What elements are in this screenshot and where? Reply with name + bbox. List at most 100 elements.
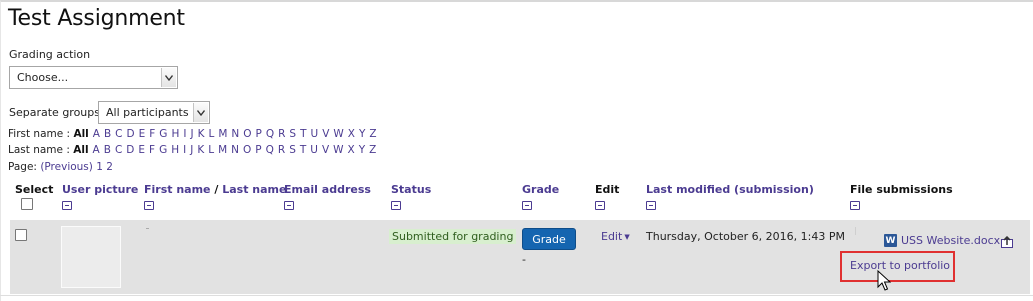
last-initial-p[interactable]: P: [255, 144, 261, 156]
sort-last-name-link[interactable]: Last name: [222, 183, 286, 196]
first-initial-z[interactable]: Z: [369, 128, 376, 140]
first-initial-x[interactable]: X: [348, 128, 355, 140]
pager-previous-link[interactable]: (Previous): [40, 161, 93, 173]
page-title: Test Assignment: [8, 6, 185, 31]
first-initial-o[interactable]: O: [243, 128, 251, 140]
file-name: USS Website.docx: [901, 234, 1001, 247]
last-initial-z[interactable]: Z: [369, 144, 376, 156]
edit-menu[interactable]: Edit ▼: [601, 230, 630, 243]
column-header-grade[interactable]: Grade: [522, 183, 559, 196]
row-select-checkbox[interactable]: [15, 229, 27, 241]
column-header-user-picture[interactable]: User picture: [62, 183, 138, 196]
grading-action-label: Grading action: [9, 48, 91, 61]
first-initial-r[interactable]: R: [278, 128, 285, 140]
name-separator: /: [210, 183, 223, 196]
divider: [855, 227, 856, 235]
mouse-cursor-icon: [877, 270, 891, 291]
collapse-column-icon[interactable]: [144, 201, 154, 210]
collapse-column-icon[interactable]: [646, 201, 656, 210]
first-initial-f[interactable]: F: [149, 128, 155, 140]
last-initial-g[interactable]: G: [159, 144, 167, 156]
last-initial-j[interactable]: J: [190, 144, 193, 156]
last-initial-r[interactable]: R: [278, 144, 285, 156]
collapse-column-icon[interactable]: [62, 201, 72, 210]
word-document-icon: W: [884, 234, 897, 247]
last-name-all[interactable]: All: [73, 144, 88, 156]
first-initial-w[interactable]: W: [333, 128, 343, 140]
export-to-portfolio-link[interactable]: Export to portfolio: [850, 259, 950, 272]
column-header-last-modified[interactable]: Last modified (submission): [646, 183, 814, 196]
last-initial-i[interactable]: I: [183, 144, 186, 156]
pager-page-2[interactable]: 2: [106, 161, 113, 173]
last-initial-n[interactable]: N: [231, 144, 239, 156]
last-initial-k[interactable]: K: [197, 144, 204, 156]
last-initial-m[interactable]: M: [218, 144, 227, 156]
last-initial-u[interactable]: U: [310, 144, 318, 156]
first-initial-b[interactable]: B: [104, 128, 111, 140]
last-initial-l[interactable]: L: [208, 144, 214, 156]
last-initial-e[interactable]: E: [138, 144, 145, 156]
portfolio-export-icon[interactable]: [1001, 236, 1013, 248]
grading-action-selected: Choose...: [17, 71, 69, 84]
last-initial-o[interactable]: O: [243, 144, 251, 156]
first-initial-h[interactable]: H: [171, 128, 179, 140]
last-initial-x[interactable]: X: [348, 144, 355, 156]
grade-button[interactable]: Grade: [522, 228, 576, 250]
last-initial-f[interactable]: F: [149, 144, 155, 156]
first-initial-i[interactable]: I: [183, 128, 186, 140]
separate-groups-selected: All participants: [106, 106, 189, 119]
last-initial-b[interactable]: B: [104, 144, 111, 156]
first-initial-t[interactable]: T: [300, 128, 306, 140]
column-header-name: First name / Last name: [144, 183, 286, 196]
first-initial-u[interactable]: U: [311, 128, 319, 140]
first-initial-n[interactable]: N: [231, 128, 239, 140]
first-initial-k[interactable]: K: [198, 128, 205, 140]
first-initial-s[interactable]: S: [289, 128, 296, 140]
first-initial-a[interactable]: A: [93, 128, 100, 140]
grading-action-select[interactable]: Choose...: [9, 66, 178, 89]
first-initial-q[interactable]: Q: [266, 128, 274, 140]
last-initial-y[interactable]: Y: [359, 144, 365, 156]
first-initial-g[interactable]: G: [159, 128, 167, 140]
first-name-initials-label: First name :: [8, 128, 71, 140]
user-name-placeholder: [146, 228, 149, 229]
last-name-initials-bar: Last name : All A B C D E F G H I J K L M N O P Q R S T U V W X Y…: [8, 144, 380, 156]
collapse-column-icon[interactable]: [284, 201, 294, 210]
first-initial-l[interactable]: L: [208, 128, 214, 140]
select-all-checkbox[interactable]: [21, 198, 33, 210]
last-initial-w[interactable]: W: [333, 144, 343, 156]
first-initial-c[interactable]: C: [115, 128, 122, 140]
last-initial-q[interactable]: Q: [266, 144, 274, 156]
first-initial-j[interactable]: J: [190, 128, 193, 140]
last-name-initials-label: Last name :: [8, 144, 70, 156]
first-initial-v[interactable]: V: [322, 128, 329, 140]
sort-first-name-link[interactable]: First name: [144, 183, 211, 196]
first-initial-m[interactable]: M: [218, 128, 227, 140]
column-header-edit: Edit: [595, 183, 620, 196]
first-initial-p[interactable]: P: [256, 128, 262, 140]
last-initial-v[interactable]: V: [322, 144, 329, 156]
column-header-file-submissions: File submissions: [850, 183, 953, 196]
avatar[interactable]: [61, 226, 121, 288]
collapse-column-icon[interactable]: [522, 201, 532, 210]
separate-groups-label: Separate groups: [9, 106, 100, 119]
first-initial-e[interactable]: E: [139, 128, 146, 140]
column-header-email[interactable]: Email address: [284, 183, 371, 196]
first-initial-y[interactable]: Y: [359, 128, 365, 140]
last-initial-c[interactable]: C: [115, 144, 122, 156]
last-initial-a[interactable]: A: [93, 144, 100, 156]
file-link[interactable]: W USS Website.docx: [884, 234, 1000, 247]
last-initial-d[interactable]: D: [126, 144, 134, 156]
first-initial-d[interactable]: D: [127, 128, 135, 140]
separate-groups-select[interactable]: All participants: [98, 101, 210, 124]
collapse-column-icon[interactable]: [391, 201, 401, 210]
pager-page-1[interactable]: 1: [96, 161, 103, 173]
last-initial-t[interactable]: T: [300, 144, 306, 156]
last-initial-s[interactable]: S: [289, 144, 296, 156]
last-initial-h[interactable]: H: [171, 144, 179, 156]
column-header-select: Select: [15, 183, 54, 196]
collapse-column-icon[interactable]: [595, 201, 605, 210]
column-header-status[interactable]: Status: [391, 183, 431, 196]
first-name-all[interactable]: All: [73, 128, 88, 140]
collapse-column-icon[interactable]: [850, 201, 860, 210]
